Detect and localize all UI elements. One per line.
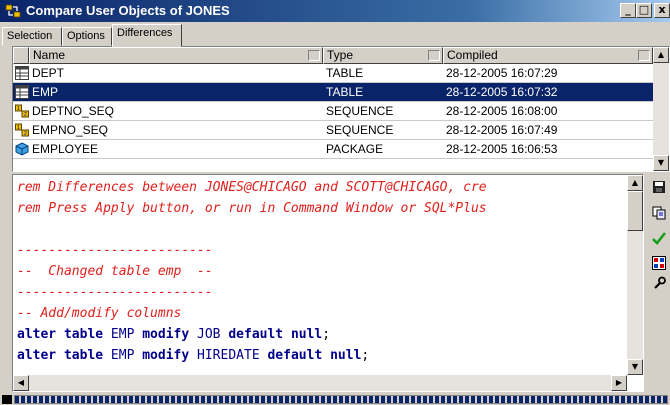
tab-label: Differences — [117, 27, 173, 39]
wrench-icon — [654, 276, 666, 289]
scroll-up-button[interactable]: ▲ — [653, 47, 669, 63]
table-row[interactable]: EMPLOYEE PACKAGE 28-12-2005 16:06:53 — [13, 140, 653, 159]
code-line: -- Changed table emp -- — [17, 264, 213, 279]
cell-name: EMPLOYEE — [29, 140, 323, 159]
cell-name: EMP — [29, 83, 323, 102]
table-row[interactable]: DEPT TABLE 28-12-2005 16:07:29 — [13, 64, 653, 83]
editor-vertical-scrollbar[interactable]: ▲ ▼ — [627, 175, 643, 375]
table-row[interactable]: 1 2 EMPNO_SEQ SEQUENCE 28-12-2005 16:07:49 — [13, 121, 653, 140]
scroll-right-button[interactable]: ▶ — [611, 375, 627, 391]
cell-name: DEPT — [29, 64, 323, 83]
tab-label: Selection — [7, 30, 53, 42]
column-filter-button[interactable] — [428, 50, 440, 61]
cell-type: TABLE — [323, 64, 443, 83]
cell-type: PACKAGE — [323, 140, 443, 159]
tab-differences[interactable]: Differences — [112, 24, 182, 47]
compare-icon — [652, 256, 666, 270]
grid-header: Name Type Compiled — [13, 47, 653, 64]
scroll-down-button[interactable]: ▼ — [627, 359, 643, 375]
tab-strip: Selection Options Differences — [0, 22, 670, 47]
maximize-button[interactable]: □ — [636, 3, 652, 18]
column-filter-button[interactable] — [638, 50, 650, 61]
tab-selection[interactable]: Selection — [2, 27, 62, 46]
svg-text:2: 2 — [24, 112, 27, 118]
copy-button[interactable] — [650, 206, 668, 224]
row-icon-cell — [13, 64, 29, 83]
object-list-grid[interactable]: Name Type Compiled DEPT TABLE 28-12-2005 1… — [12, 46, 670, 172]
cell-compiled: 28-12-2005 16:08:00 — [443, 102, 653, 121]
svg-text:1: 1 — [17, 125, 20, 131]
save-icon — [653, 181, 665, 193]
save-button[interactable] — [650, 180, 668, 198]
tab-options[interactable]: Options — [62, 27, 112, 46]
compare-app-icon — [5, 4, 21, 18]
column-header-label: Compiled — [447, 48, 498, 62]
compare-user-objects-window: Compare User Objects of JONES _ □ x Sele… — [0, 0, 670, 405]
column-filter-button[interactable] — [308, 50, 320, 61]
row-icon-cell — [13, 140, 29, 159]
cell-compiled: 28-12-2005 16:07:32 — [443, 83, 653, 102]
cell-type: TABLE — [323, 83, 443, 102]
options-button[interactable] — [650, 276, 668, 294]
compare-button[interactable] — [650, 256, 668, 274]
column-header-name[interactable]: Name — [29, 47, 323, 64]
grid-vertical-scrollbar[interactable]: ▲ ▼ — [653, 47, 669, 171]
table-row[interactable]: EMP TABLE 28-12-2005 16:07:32 — [13, 83, 653, 102]
apply-button[interactable] — [650, 230, 668, 248]
scroll-thumb[interactable] — [627, 191, 643, 231]
cell-compiled: 28-12-2005 16:07:49 — [443, 121, 653, 140]
row-icon-cell — [13, 83, 29, 102]
sql-editor[interactable]: rem Differences between JONES@CHICAGO an… — [12, 174, 644, 392]
cell-name: EMPNO_SEQ — [29, 121, 323, 140]
apply-checkmark-icon — [652, 232, 667, 245]
scroll-down-button[interactable]: ▼ — [653, 155, 669, 171]
scroll-up-button[interactable]: ▲ — [627, 175, 643, 191]
window-title: Compare User Objects of JONES — [26, 3, 230, 18]
minimize-button[interactable]: _ — [620, 3, 636, 18]
status-bar — [0, 394, 670, 405]
scroll-left-button[interactable]: ◀ — [13, 375, 29, 391]
column-header-label: Name — [33, 48, 66, 62]
sql-text[interactable]: rem Differences between JONES@CHICAGO an… — [17, 177, 625, 366]
column-header-label: Type — [327, 48, 354, 62]
code-line: rem Press Apply button, or run in Comman… — [17, 201, 487, 216]
cell-type: SEQUENCE — [323, 102, 443, 121]
code-line: alter table EMP modify HIREDATE default … — [17, 348, 370, 363]
cell-name: DEPTNO_SEQ — [29, 102, 323, 121]
header-corner — [13, 47, 29, 64]
copy-icon — [652, 206, 666, 220]
svg-text:1: 1 — [17, 106, 20, 112]
progress-bar — [14, 395, 668, 404]
row-icon-cell: 12 — [13, 121, 29, 140]
table-row[interactable]: 1 2 DEPTNO_SEQ SEQUENCE 28-12-2005 16:08:00 — [13, 102, 653, 121]
tab-label: Options — [67, 30, 105, 42]
close-button[interactable]: x — [654, 3, 670, 18]
title-bar[interactable]: Compare User Objects of JONES _ □ x — [0, 0, 670, 22]
code-line: rem Differences between JONES@CHICAGO an… — [17, 180, 487, 195]
cell-compiled: 28-12-2005 16:07:29 — [443, 64, 653, 83]
editor-horizontal-scrollbar[interactable]: ◀ ▶ — [13, 375, 627, 391]
column-header-type[interactable]: Type — [323, 47, 443, 64]
code-line: alter table EMP modify JOB default null; — [17, 327, 331, 342]
svg-text:2: 2 — [24, 131, 27, 137]
column-header-compiled[interactable]: Compiled — [443, 47, 653, 64]
code-line: ------------------------- — [17, 285, 213, 300]
code-line: -- Add/modify columns — [17, 306, 182, 321]
code-line: ------------------------- — [17, 243, 213, 258]
row-icon-cell: 12 — [13, 102, 29, 121]
status-indicator — [2, 395, 12, 404]
cell-compiled: 28-12-2005 16:06:53 — [443, 140, 653, 159]
cell-type: SEQUENCE — [323, 121, 443, 140]
